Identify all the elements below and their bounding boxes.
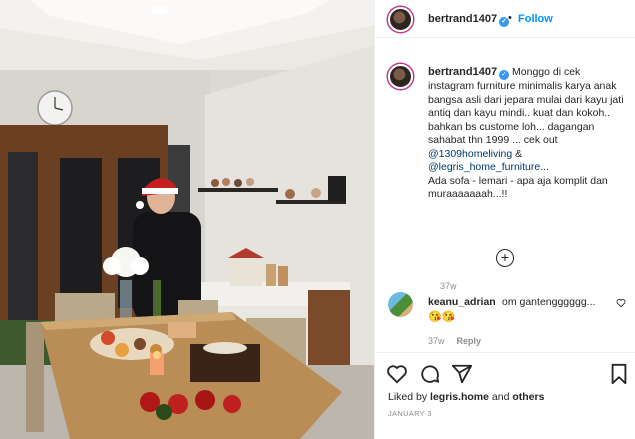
bookmark-icon[interactable] <box>608 363 630 385</box>
plus-circle-icon: + <box>500 249 510 265</box>
mention-link[interactable]: @legris_home_furniture <box>428 161 540 173</box>
comment-icon[interactable] <box>419 363 441 385</box>
caption-body-1: Monggo di cek instagram furniture minima… <box>428 66 627 146</box>
comment-emojis: 😘😘 <box>428 311 456 323</box>
post-header: bertrand1407 ✓ • Follow <box>376 0 635 38</box>
header-username[interactable]: bertrand1407 ✓ <box>428 13 510 27</box>
liked-by-text: Liked by legris.home and others <box>388 391 545 403</box>
mention-link[interactable]: @1309homeliving <box>428 148 512 160</box>
comment-timestamp[interactable]: 37w <box>428 336 445 346</box>
caption-avatar[interactable] <box>388 64 413 89</box>
caption-timestamp[interactable]: 37w <box>440 281 457 291</box>
load-more-comments-button[interactable]: + <box>496 249 514 267</box>
comment-like-heart-icon[interactable] <box>616 298 626 308</box>
comment-meta: 37w Reply <box>428 336 481 346</box>
profile-avatar[interactable] <box>388 7 413 32</box>
comment-username[interactable]: keanu_adrian <box>428 296 496 308</box>
comment-avatar[interactable] <box>388 292 413 317</box>
follow-button[interactable]: Follow <box>518 13 553 25</box>
liked-by-others-link[interactable]: others <box>512 391 544 403</box>
share-icon[interactable] <box>451 363 473 385</box>
post-side-panel: bertrand1407 ✓ • Follow bertrand1407 ✓ Mon… <box>376 0 635 439</box>
reply-button[interactable]: Reply <box>457 336 482 346</box>
separator-dot: • <box>508 12 512 24</box>
caption-body-2: & <box>512 147 526 160</box>
post-photo[interactable] <box>0 0 375 439</box>
caption-text: bertrand1407 ✓ Monggo di cek instagram fu… <box>428 66 628 202</box>
post-actions: Liked by legris.home and others JANUARY … <box>376 352 635 439</box>
caption-username[interactable]: bertrand1407 <box>428 66 497 78</box>
liked-by-user-link[interactable]: legris.home <box>430 391 489 403</box>
post-photo-scene <box>0 0 374 439</box>
post-date[interactable]: JANUARY 3 <box>388 409 432 418</box>
verified-badge-icon: ✓ <box>499 70 510 80</box>
comment-text: om gantengggggg... <box>502 296 596 308</box>
heart-icon[interactable] <box>386 363 408 385</box>
